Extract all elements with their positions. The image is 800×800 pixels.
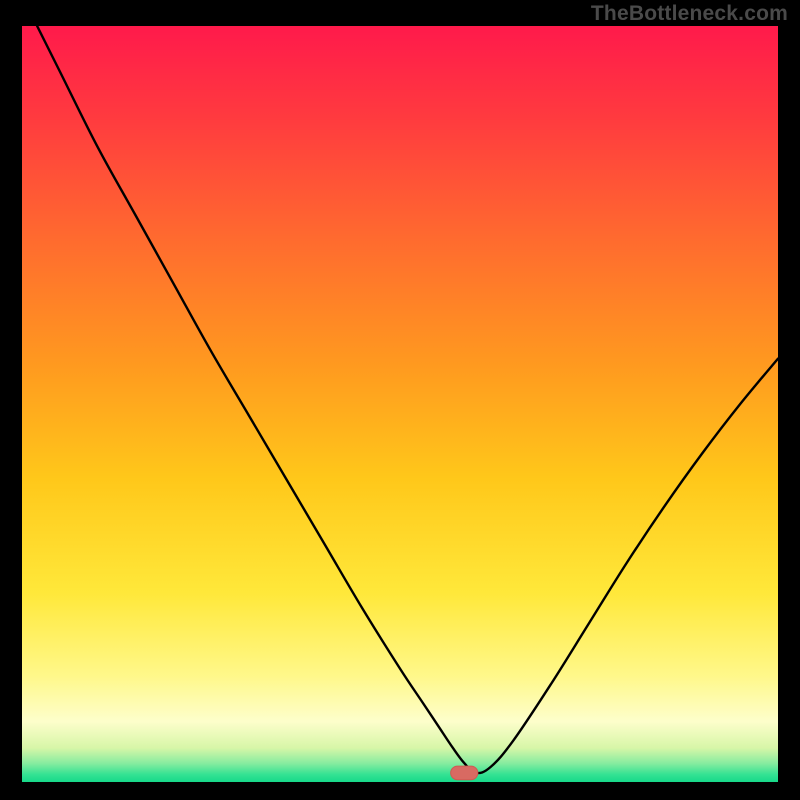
attribution-text: TheBottleneck.com <box>591 2 788 26</box>
chart-frame: TheBottleneck.com <box>0 0 800 800</box>
optimal-marker <box>451 766 478 780</box>
bottleneck-chart <box>22 26 778 782</box>
